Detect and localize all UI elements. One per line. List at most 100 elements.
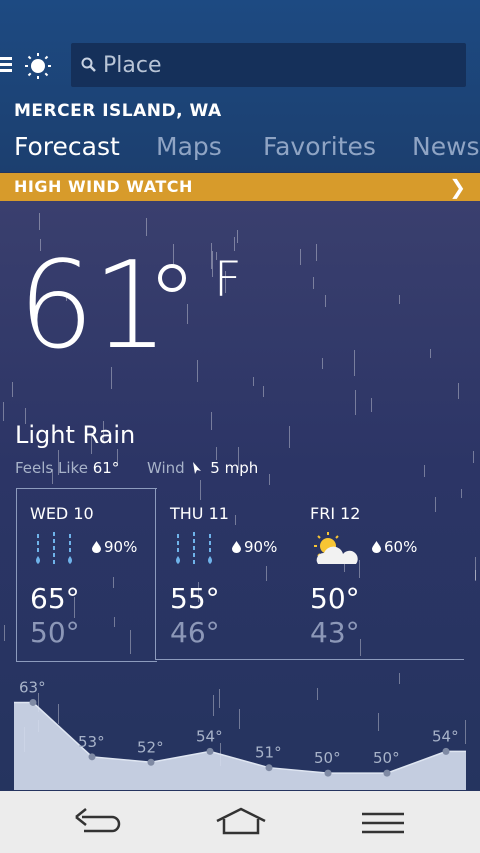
alert-text: HIGH WIND WATCH: [14, 177, 193, 196]
day-name: THU 11: [170, 504, 229, 523]
day-name: WED 10: [30, 504, 94, 523]
temperature-unit: F: [214, 252, 242, 308]
high-temp: 55°: [170, 582, 220, 615]
rain-streak: [430, 349, 432, 358]
rain-streak: [360, 639, 362, 657]
rain-icon: [176, 532, 212, 566]
rain-streak: [4, 624, 6, 641]
feels-like-label: Feels Like: [15, 459, 88, 477]
raindrop-icon: [232, 541, 241, 553]
rain-streak: [235, 515, 237, 526]
rain-streak: [234, 236, 236, 252]
rain-streak: [434, 496, 436, 513]
hourly-point: [88, 753, 96, 761]
search-input[interactable]: Place: [71, 43, 466, 87]
hourly-label: 54°: [432, 727, 459, 745]
top-bar: Place MERCER ISLAND, WA Forecast Maps Fa…: [0, 0, 480, 172]
rain-streak: [268, 473, 270, 486]
day-divider-bottom: [155, 659, 464, 660]
precip-value: 90%: [244, 538, 278, 556]
current-temperature: 61: [18, 237, 169, 376]
wind-value: 5 mph: [210, 459, 259, 477]
rain-streak: [299, 249, 301, 265]
current-condition: Light Rain: [15, 421, 136, 449]
rain-streak: [197, 360, 199, 383]
rain-streak: [353, 350, 355, 376]
precip-value: 60%: [384, 538, 418, 556]
hourly-label: 50°: [373, 749, 400, 767]
day-name: FRI 12: [310, 504, 361, 523]
tab-news[interactable]: News: [412, 132, 480, 161]
rain-streak: [354, 390, 356, 415]
partly-cloudy-icon: [314, 532, 358, 564]
hourly-point: [383, 769, 391, 777]
rain-streak: [3, 402, 5, 421]
hamburger-menu-icon[interactable]: [0, 54, 14, 76]
tab-forecast[interactable]: Forecast: [14, 132, 120, 161]
raindrop-icon: [92, 541, 101, 553]
wind-direction-icon: [193, 462, 202, 474]
rain-streak: [262, 386, 264, 397]
precip-value: 90%: [104, 538, 138, 556]
hourly-point: [324, 769, 332, 777]
rain-icon: [36, 532, 72, 566]
rain-streak: [145, 217, 147, 237]
rain-streak: [11, 382, 13, 397]
wind-label: Wind: [147, 459, 185, 477]
system-navigation-bar: [0, 791, 480, 853]
hourly-label: 52°: [137, 738, 164, 756]
rain-streak: [199, 479, 201, 501]
weather-app: Place MERCER ISLAND, WA Forecast Maps Fa…: [0, 0, 480, 853]
hourly-temperature-graph: 63° 53° 52° 54° 51° 50° 50° 54°: [14, 678, 466, 790]
raindrop-icon: [372, 541, 381, 553]
wind: Wind 5 mph: [147, 459, 258, 477]
hourly-temperature-chart: 63° 53° 52° 54° 51° 50° 50° 54°: [0, 678, 480, 790]
rain-streak: [210, 412, 212, 430]
tab-favorites[interactable]: Favorites: [263, 132, 376, 161]
hourly-label: 53°: [78, 733, 105, 751]
high-temp: 65°: [30, 582, 80, 615]
low-temp: 50°: [30, 616, 80, 649]
feels-like: Feels Like 61°: [15, 459, 119, 477]
hourly-label: 51°: [255, 744, 282, 762]
back-icon[interactable]: [72, 805, 126, 841]
menu-icon[interactable]: [356, 805, 410, 841]
low-temp: 46°: [170, 616, 220, 649]
rain-streak: [475, 569, 477, 581]
rain-streak: [237, 230, 239, 244]
rain-streak: [458, 382, 460, 399]
high-temp: 50°: [310, 582, 360, 615]
rain-streak: [39, 212, 41, 231]
home-icon[interactable]: [214, 805, 268, 841]
hourly-point: [206, 747, 214, 755]
precip-chance: 60%: [372, 538, 417, 556]
search-icon: [81, 57, 96, 72]
hourly-point: [29, 698, 37, 706]
precip-chance: 90%: [92, 538, 137, 556]
rain-streak: [398, 295, 400, 305]
rain-streak: [315, 243, 317, 261]
rain-streak: [266, 566, 268, 582]
search-placeholder: Place: [103, 53, 162, 78]
feels-like-value: 61°: [92, 459, 120, 477]
rain-streak: [473, 450, 475, 463]
rain-streak: [322, 358, 324, 370]
rain-streak: [424, 464, 426, 477]
chevron-right-icon: ❯: [449, 175, 466, 199]
rain-streak: [313, 277, 315, 290]
hourly-label: 50°: [314, 749, 341, 767]
day-divider: [155, 488, 156, 660]
rain-streak: [253, 377, 255, 386]
rain-streak: [211, 243, 213, 269]
rain-streak: [370, 397, 372, 413]
tab-maps[interactable]: Maps: [156, 132, 222, 161]
low-temp: 43°: [310, 616, 360, 649]
rain-streak: [460, 489, 462, 498]
rain-streak: [324, 295, 326, 307]
rain-streak: [186, 303, 188, 324]
rain-streak: [289, 425, 291, 448]
alert-banner[interactable]: HIGH WIND WATCH ❯: [0, 173, 480, 201]
sun-icon[interactable]: [24, 52, 52, 80]
hourly-point: [442, 747, 450, 755]
hourly-label: 63°: [19, 680, 46, 696]
